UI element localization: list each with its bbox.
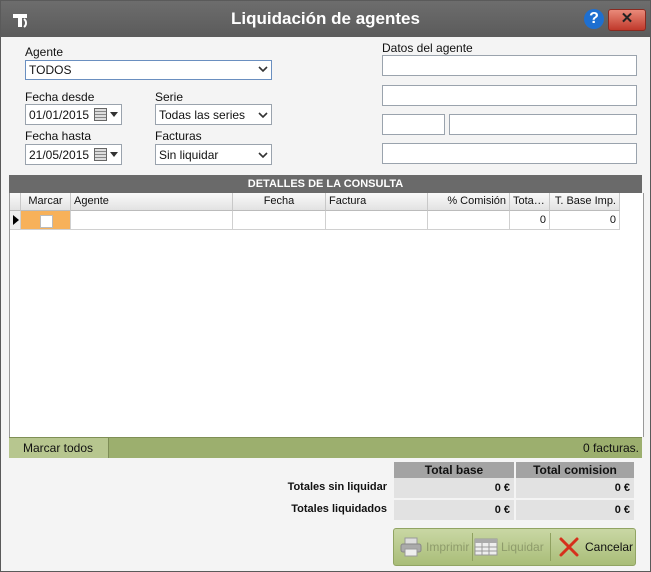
agente-select[interactable]: TODOS <box>25 60 272 80</box>
separator <box>472 533 473 561</box>
agente-cell[interactable] <box>71 211 233 230</box>
row-pointer-icon <box>13 215 19 225</box>
totales-sin-liquidar-label: Totales sin liquidar <box>287 481 387 493</box>
dropdown-arrow-icon[interactable] <box>110 152 118 157</box>
chevron-down-icon <box>258 66 268 73</box>
grid-title: DETALLES DE LA CONSULTA <box>9 175 642 193</box>
calendar-icon[interactable] <box>94 108 107 121</box>
mark-checkbox[interactable] <box>40 215 53 228</box>
status-bar: Marcar todos 0 facturas. <box>9 437 642 458</box>
agente-data-field-2[interactable] <box>382 85 637 106</box>
calendar-icon[interactable] <box>94 148 107 161</box>
facturas-label: Facturas <box>155 129 202 143</box>
mark-all-button[interactable]: Marcar todos <box>9 438 109 458</box>
comision-cell[interactable] <box>428 211 510 230</box>
column-header-factura[interactable]: Factura <box>326 193 428 211</box>
print-button[interactable]: Imprimir <box>400 529 472 565</box>
separator <box>550 533 551 561</box>
column-header-total[interactable]: Tota… <box>510 193 550 211</box>
cancel-label: Cancelar <box>585 540 634 554</box>
totales-liquidados-base: 0 € <box>394 500 514 520</box>
total-base-header: Total base <box>394 462 514 479</box>
column-header-fecha[interactable]: Fecha <box>233 193 326 211</box>
fecha-cell[interactable] <box>233 211 326 230</box>
factura-cell[interactable] <box>326 211 428 230</box>
row-header-corner <box>10 193 21 211</box>
serie-label: Serie <box>155 90 184 104</box>
close-button[interactable]: ✕ <box>608 9 646 31</box>
totales-sin-liquidar-comision: 0 € <box>516 478 634 498</box>
window: Liquidación de agentes ? ✕ Agente TODOS … <box>0 0 651 572</box>
cancel-button[interactable]: Cancelar <box>556 529 634 565</box>
serie-select[interactable]: Todas las series <box>155 104 272 125</box>
datos-agente-label: Datos del agente <box>382 41 473 55</box>
fecha-hasta-label: Fecha hasta <box>25 129 92 143</box>
print-label: Imprimir <box>426 540 470 554</box>
facturas-value: Sin liquidar <box>159 148 219 162</box>
agente-data-field-4[interactable] <box>449 114 637 135</box>
row-selector[interactable] <box>10 211 21 230</box>
liquidate-label: Liquidar <box>501 540 544 554</box>
title-bar: Liquidación de agentes ? ✕ <box>1 1 650 37</box>
agente-data-field-5[interactable] <box>382 143 637 164</box>
totales-liquidados-comision: 0 € <box>516 500 634 520</box>
facturas-select[interactable]: Sin liquidar <box>155 144 272 165</box>
chevron-down-icon <box>258 112 268 119</box>
column-header-marcar[interactable]: Marcar <box>21 193 71 211</box>
fecha-hasta-field[interactable]: 21/05/2015 <box>25 144 122 165</box>
agente-label: Agente <box>25 45 64 59</box>
dropdown-arrow-icon[interactable] <box>110 112 118 117</box>
table-icon <box>474 538 498 556</box>
fecha-desde-value: 01/01/2015 <box>29 108 90 122</box>
base-cell[interactable]: 0 <box>550 211 620 230</box>
agente-data-field-3[interactable] <box>382 114 445 135</box>
fecha-desde-field[interactable]: 01/01/2015 <box>25 104 122 125</box>
total-cell[interactable]: 0 <box>510 211 550 230</box>
invoice-count: 0 facturas. <box>582 441 639 455</box>
marcar-cell[interactable] <box>21 211 71 230</box>
column-header-agente[interactable]: Agente <box>71 193 233 211</box>
agente-value: TODOS <box>29 63 72 77</box>
results-grid[interactable]: Marcar Agente Fecha Factura % Comisión T… <box>9 193 644 437</box>
printer-icon <box>400 537 422 557</box>
cancel-x-icon <box>559 537 579 557</box>
window-title: Liquidación de agentes <box>231 9 420 28</box>
action-bar: Imprimir Liquidar Cancelar <box>393 528 636 566</box>
totales-sin-liquidar-base: 0 € <box>394 478 514 498</box>
fecha-desde-label: Fecha desde <box>25 90 95 104</box>
chevron-down-icon <box>258 152 268 159</box>
liquidate-button[interactable]: Liquidar <box>474 529 546 565</box>
column-header-base[interactable]: T. Base Imp. <box>550 193 620 211</box>
agente-data-field-1[interactable] <box>382 55 637 76</box>
fecha-hasta-value: 21/05/2015 <box>29 148 90 162</box>
help-icon[interactable]: ? <box>584 9 604 29</box>
total-comision-header: Total comision <box>516 462 634 479</box>
totales-liquidados-label: Totales liquidados <box>291 503 387 515</box>
column-header-comision[interactable]: % Comisión <box>428 193 510 211</box>
serie-value: Todas las series <box>159 108 246 122</box>
